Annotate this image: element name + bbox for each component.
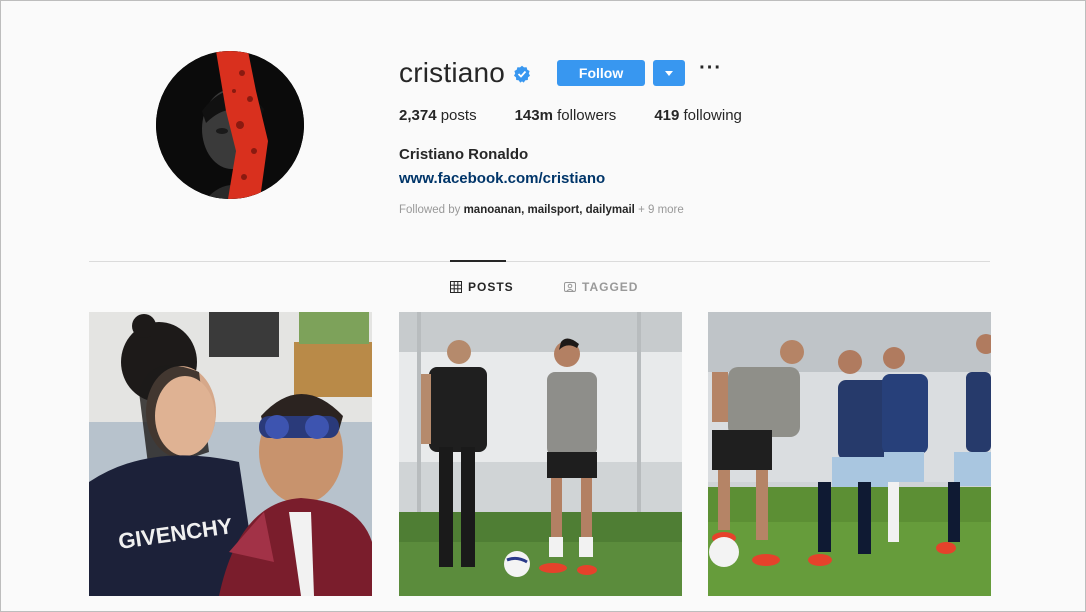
profile-avatar[interactable] (156, 51, 304, 199)
post-image-match (708, 312, 991, 596)
username: cristiano (399, 57, 506, 88)
website-link[interactable]: www.facebook.com/cristiano (399, 170, 1019, 187)
avatar-image (156, 51, 304, 199)
caret-down-icon (665, 70, 674, 76)
following-count-value: 419 (654, 107, 680, 124)
profile-tabs: POSTS TAGGED (1, 280, 1085, 298)
follow-button[interactable]: Follow (557, 60, 646, 86)
tab-tagged[interactable]: TAGGED (564, 280, 638, 294)
posts-count-value: 2,374 (399, 107, 437, 124)
followers-count[interactable]: 143m followers (515, 107, 617, 124)
followed-by-names: manoanan, mailsport, dailymail (463, 204, 635, 216)
tab-posts[interactable]: POSTS (450, 280, 514, 294)
followed-by-prefix: Followed by (399, 204, 461, 216)
active-tab-indicator (450, 260, 506, 262)
suggestions-dropdown-button[interactable] (653, 60, 686, 86)
profile-stats: 2,374 posts 143m followers 419 following (399, 107, 1019, 124)
title-row: cristiano Follow ··· (399, 53, 1019, 93)
posts-grid: GIVENCHY (89, 312, 991, 596)
post-image-training (399, 312, 682, 596)
followed-by-more: + 9 more (638, 204, 684, 216)
verified-badge-icon (514, 65, 531, 83)
tab-posts-label: POSTS (468, 280, 514, 294)
profile-header: cristiano Follow ··· 2,374 posts 143m fo… (399, 53, 1019, 216)
tagged-icon (564, 282, 576, 292)
posts-count: 2,374 posts (399, 107, 477, 124)
full-name: Cristiano Ronaldo (399, 146, 529, 163)
post-image-selfie: GIVENCHY (89, 312, 372, 596)
more-options-button[interactable]: ··· (699, 58, 722, 83)
tab-tagged-label: TAGGED (582, 280, 639, 294)
post-thumbnail[interactable] (708, 312, 991, 596)
tabs-divider (89, 261, 990, 262)
post-thumbnail[interactable] (399, 312, 682, 596)
following-count[interactable]: 419 following (654, 107, 742, 124)
followers-count-label: followers (557, 107, 617, 124)
followed-by[interactable]: Followed by manoanan, mailsport, dailyma… (399, 204, 1019, 216)
followers-count-value: 143m (514, 107, 553, 124)
following-count-label: following (683, 107, 742, 124)
grid-icon (450, 281, 462, 293)
posts-count-label: posts (440, 107, 477, 124)
browser-frame: cristiano Follow ··· 2,374 posts 143m fo… (0, 0, 1086, 612)
post-thumbnail[interactable]: GIVENCHY (89, 312, 372, 596)
